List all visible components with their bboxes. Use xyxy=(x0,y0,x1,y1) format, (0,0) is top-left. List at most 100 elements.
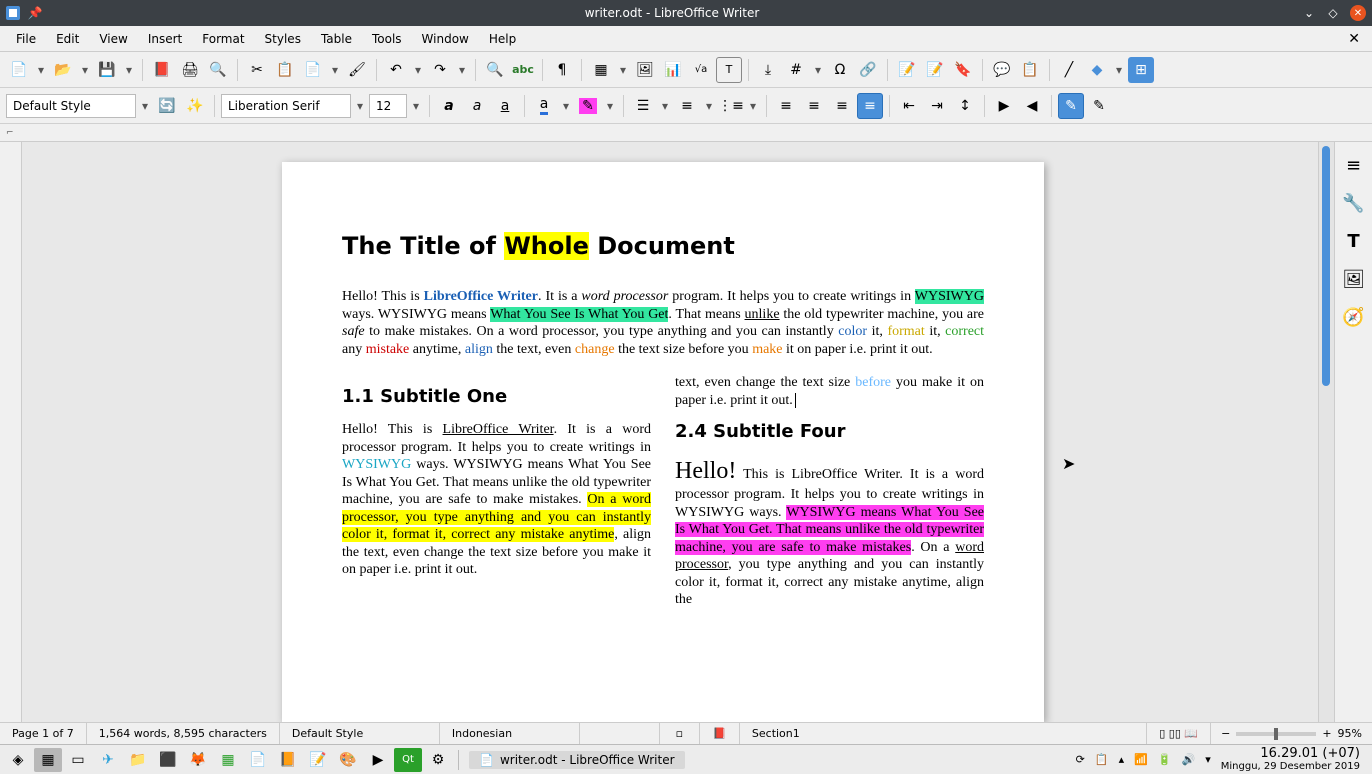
chart-icon[interactable]: 📊 xyxy=(660,57,686,83)
draw-functions-icon[interactable]: ⊞ xyxy=(1128,57,1154,83)
kate-icon[interactable]: 📝 xyxy=(304,748,332,772)
taskbar-task-writer[interactable]: 📄 writer.odt - LibreOffice Writer xyxy=(469,751,685,769)
textbox-icon[interactable]: T xyxy=(716,57,742,83)
sidebar-properties-icon[interactable]: 🔧 xyxy=(1341,190,1367,216)
hyperlink-icon[interactable]: 🔗 xyxy=(855,57,881,83)
zoom-slider[interactable] xyxy=(1236,732,1316,736)
new-style-icon[interactable]: ✨ xyxy=(182,93,208,119)
system-clock[interactable]: 16.29.01 (+07) Minggu, 29 Desember 2019 xyxy=(1221,747,1360,772)
zoom-in-icon[interactable]: + xyxy=(1322,727,1331,740)
clear-format-icon[interactable]: ✎ xyxy=(1086,93,1112,119)
status-signature-icon[interactable]: 📕 xyxy=(700,723,740,744)
highlighting-mode-icon[interactable]: ✎ xyxy=(1058,93,1084,119)
field-dropdown-icon[interactable]: ▾ xyxy=(811,63,825,77)
status-language[interactable]: Indonesian xyxy=(440,723,580,744)
menu-format[interactable]: Format xyxy=(192,28,254,50)
column-left[interactable]: 1.1 Subtitle One Hello! This is LibreOff… xyxy=(342,374,651,625)
doc-title[interactable]: The Title of Whole Document xyxy=(342,232,984,260)
menu-edit[interactable]: Edit xyxy=(46,28,89,50)
status-view-icons[interactable]: ▯ ▯▯ 📖 xyxy=(1147,723,1211,744)
shapes-dropdown-icon[interactable]: ▾ xyxy=(1112,63,1126,77)
font-name-dropdown-icon[interactable]: ▾ xyxy=(353,99,367,113)
maximize-icon[interactable]: ◇ xyxy=(1326,6,1340,20)
indent-decrease-icon[interactable]: ⇤ xyxy=(896,93,922,119)
decrease-indent-icon[interactable]: ◀ xyxy=(1019,93,1045,119)
vertical-ruler[interactable] xyxy=(0,142,22,722)
undo-dropdown-icon[interactable]: ▾ xyxy=(411,63,425,77)
app-launcher-icon[interactable]: ◈ xyxy=(4,748,32,772)
settings-icon[interactable]: ⚙ xyxy=(424,748,452,772)
find-replace-icon[interactable]: 🔍 xyxy=(482,57,508,83)
status-selection-icon[interactable]: ▫ xyxy=(660,723,700,744)
bullets-icon[interactable]: ☰ xyxy=(630,93,656,119)
line-spacing-icon[interactable]: ↕ xyxy=(952,93,978,119)
print-preview-icon[interactable]: 🔍 xyxy=(205,57,231,83)
vertical-scrollbar[interactable] xyxy=(1318,142,1334,722)
tray-clipboard-icon[interactable]: 📋 xyxy=(1095,753,1109,766)
vlc-icon[interactable]: ▶ xyxy=(364,748,392,772)
highlight-icon[interactable]: ✎ xyxy=(575,93,601,119)
calc-icon[interactable]: ▦ xyxy=(214,748,242,772)
terminal-icon[interactable]: ⬛ xyxy=(154,748,182,772)
endnote-icon[interactable]: 📝 xyxy=(922,57,948,83)
bold-icon[interactable]: a xyxy=(436,93,462,119)
status-page[interactable]: Page 1 of 7 xyxy=(0,723,87,744)
font-size-dropdown-icon[interactable]: ▾ xyxy=(409,99,423,113)
outline-icon[interactable]: ⋮≡ xyxy=(718,93,744,119)
close-icon[interactable]: ✕ xyxy=(1350,5,1366,21)
doc-close-icon[interactable]: ✕ xyxy=(1342,31,1366,47)
telegram-icon[interactable]: ✈ xyxy=(94,748,122,772)
zoom-value[interactable]: 95% xyxy=(1338,727,1362,740)
print-icon[interactable]: 🖨 xyxy=(177,57,203,83)
gimp-icon[interactable]: 🎨 xyxy=(334,748,362,772)
intro-paragraph[interactable]: Hello! This is LibreOffice Writer. It is… xyxy=(342,288,984,358)
cut-icon[interactable]: ✂ xyxy=(244,57,270,83)
spellcheck-icon[interactable]: abc xyxy=(510,57,536,83)
scrollbar-thumb[interactable] xyxy=(1322,146,1330,386)
sidebar-navigator-icon[interactable]: 🧭 xyxy=(1341,304,1367,330)
font-size-combo[interactable]: 12 xyxy=(369,94,407,118)
align-justify-icon[interactable]: ≡ xyxy=(857,93,883,119)
files-icon[interactable]: 📁 xyxy=(124,748,152,772)
image-icon[interactable]: 🖼 xyxy=(632,57,658,83)
menu-tools[interactable]: Tools xyxy=(362,28,412,50)
document-area[interactable]: The Title of Whole Document Hello! This … xyxy=(22,142,1318,722)
zoom-out-icon[interactable]: − xyxy=(1221,727,1230,740)
paragraph-style-combo[interactable]: Default Style xyxy=(6,94,136,118)
open-dropdown-icon[interactable]: ▾ xyxy=(78,63,92,77)
save-dropdown-icon[interactable]: ▾ xyxy=(122,63,136,77)
align-right-icon[interactable]: ≡ xyxy=(829,93,855,119)
status-insert-mode[interactable] xyxy=(580,723,660,744)
minimize-icon[interactable]: ⌄ xyxy=(1302,6,1316,20)
underline-icon[interactable]: a xyxy=(492,93,518,119)
font-name-combo[interactable]: Liberation Serif xyxy=(221,94,351,118)
tray-updates-icon[interactable]: ⟳ xyxy=(1076,753,1085,766)
menu-styles[interactable]: Styles xyxy=(255,28,311,50)
numbering-dropdown-icon[interactable]: ▾ xyxy=(702,99,716,113)
font-color-dropdown-icon[interactable]: ▾ xyxy=(559,99,573,113)
new-icon[interactable]: 📄 xyxy=(6,57,32,83)
redo-dropdown-icon[interactable]: ▾ xyxy=(455,63,469,77)
status-style[interactable]: Default Style xyxy=(280,723,440,744)
desktop-icon[interactable]: ▭ xyxy=(64,748,92,772)
footnote-icon[interactable]: 📝 xyxy=(894,57,920,83)
sidebar-gallery-icon[interactable]: 🖼 xyxy=(1341,266,1367,292)
shapes-icon[interactable]: ◆ xyxy=(1084,57,1110,83)
heading-1-1[interactable]: 1.1 Subtitle One xyxy=(342,386,651,407)
status-wordcount[interactable]: 1,564 words, 8,595 characters xyxy=(87,723,280,744)
page-break-icon[interactable]: ⤓ xyxy=(755,57,781,83)
menu-file[interactable]: File xyxy=(6,28,46,50)
menu-view[interactable]: View xyxy=(89,28,137,50)
save-icon[interactable]: 💾 xyxy=(94,57,120,83)
align-left-icon[interactable]: ≡ xyxy=(773,93,799,119)
tray-volume-icon[interactable]: 🔊 xyxy=(1182,753,1196,766)
export-pdf-icon[interactable]: 📕 xyxy=(149,57,175,83)
status-section[interactable]: Section1 xyxy=(740,723,1147,744)
increase-indent-icon[interactable]: ▶ xyxy=(991,93,1017,119)
writer-icon[interactable]: 📄 xyxy=(244,748,272,772)
menu-help[interactable]: Help xyxy=(479,28,526,50)
heading-2-4[interactable]: 2.4 Subtitle Four xyxy=(675,421,984,442)
menu-table[interactable]: Table xyxy=(311,28,362,50)
new-dropdown-icon[interactable]: ▾ xyxy=(34,63,48,77)
font-color-icon[interactable]: a xyxy=(531,93,557,119)
